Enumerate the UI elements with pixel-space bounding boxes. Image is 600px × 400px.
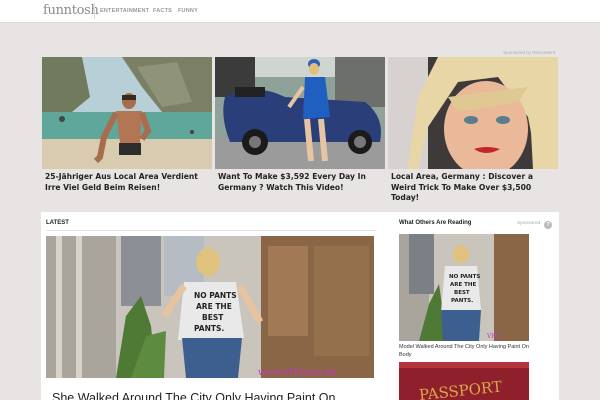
- blonde-woman-portrait-photo[interactable]: [388, 57, 558, 169]
- nav-entertainment[interactable]: ENTERTAINMENT: [100, 8, 149, 14]
- woman-city-street-photo[interactable]: NO PANTS ARE THE BEST PANTS. www.VH3com.…: [46, 236, 374, 378]
- card-title[interactable]: 25-Jähriger Aus Local Area Verdient Irre…: [42, 172, 212, 193]
- svg-text:www.VH3com.hk: www.VH3com.hk: [258, 368, 337, 378]
- passport-photo[interactable]: PASSPORT: [399, 362, 529, 400]
- svg-text:ARE THE: ARE THE: [450, 282, 477, 288]
- man-on-beach-photo[interactable]: [42, 57, 212, 169]
- svg-text:VH3: VH3: [486, 333, 501, 340]
- site-logo[interactable]: funntosh: [43, 3, 99, 18]
- aside-title: What Others Are Reading: [399, 220, 472, 226]
- woman-with-blue-car-photo[interactable]: [215, 57, 385, 169]
- section-label-latest: LATEST: [46, 220, 69, 226]
- sponsored-card[interactable]: Want To Make $3,592 Every Day In Germany…: [215, 57, 385, 193]
- aside-article-caption[interactable]: Model Walked Around The City Only Having…: [399, 343, 539, 359]
- section-divider: [46, 230, 376, 231]
- svg-text:PANTS.: PANTS.: [194, 324, 224, 333]
- sponsored-card[interactable]: 25-Jähriger Aus Local Area Verdient Irre…: [42, 57, 212, 193]
- svg-text:NO PANTS: NO PANTS: [194, 291, 237, 300]
- article-title[interactable]: She Walked Around The City Only Having P…: [52, 391, 335, 400]
- top-navbar: funntosh ENTERTAINMENT FACTS FUNNY: [0, 0, 600, 23]
- card-title[interactable]: Local Area, Germany : Discover a Weird T…: [388, 172, 558, 204]
- aside-sponsored-label[interactable]: Sponsored: [517, 221, 540, 226]
- card-title[interactable]: Want To Make $3,592 Every Day In Germany…: [215, 172, 385, 193]
- help-icon[interactable]: ?: [544, 220, 552, 229]
- nav-divider: [94, 3, 95, 19]
- svg-text:PANTS.: PANTS.: [451, 298, 473, 304]
- svg-text:ARE THE: ARE THE: [196, 302, 232, 311]
- nav-facts[interactable]: FACTS: [153, 8, 172, 14]
- sponsored-card[interactable]: Local Area, Germany : Discover a Weird T…: [388, 57, 558, 204]
- nav-funny[interactable]: FUNNY: [178, 8, 198, 14]
- svg-text:BEST: BEST: [202, 313, 224, 322]
- sponsored-by-label[interactable]: Sponsored by Revcontent: [503, 50, 555, 55]
- svg-text:BEST: BEST: [454, 290, 470, 296]
- woman-city-street-photo-small[interactable]: NO PANTS ARE THE BEST PANTS. VH3: [399, 234, 529, 341]
- main-content-panel: LATEST NO PANTS ARE THE BEST PANTS. www.…: [41, 212, 559, 400]
- svg-text:NO PANTS: NO PANTS: [449, 274, 480, 280]
